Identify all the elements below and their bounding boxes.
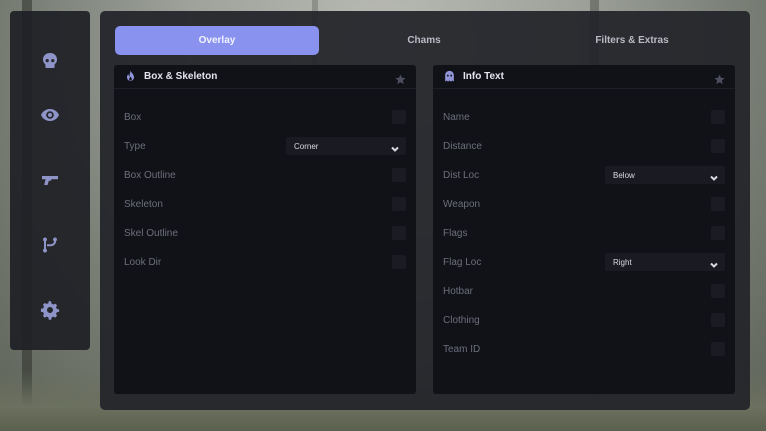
skeleton-checkbox[interactable] <box>392 197 406 211</box>
eye-icon[interactable] <box>10 100 90 130</box>
row-label: Team ID <box>443 343 481 355</box>
panel-title: Box & Skeleton <box>144 71 218 82</box>
clothing-checkbox[interactable] <box>711 313 725 327</box>
box-outline-checkbox[interactable] <box>392 168 406 182</box>
chevron-down-icon <box>390 141 400 152</box>
dist-loc-select[interactable]: Below <box>605 166 725 184</box>
row-label: Hotbar <box>443 285 474 297</box>
row-skel-outline: Skel Outline <box>114 223 416 243</box>
team-id-checkbox[interactable] <box>711 342 725 356</box>
gun-icon[interactable] <box>10 165 90 195</box>
tab-bar: Overlay Chams Filters & Extras <box>115 26 735 55</box>
branch-icon[interactable] <box>10 230 90 260</box>
row-clothing: Clothing <box>433 310 735 330</box>
row-team-id: Team ID <box>433 339 735 359</box>
star-icon[interactable] <box>395 72 406 84</box>
look-dir-checkbox[interactable] <box>392 255 406 269</box>
row-flag-loc: Flag Loc Right <box>433 252 735 272</box>
row-label: Distance <box>443 140 482 152</box>
tab-filters-extras[interactable]: Filters & Extras <box>529 26 735 55</box>
select-value: Corner <box>294 141 319 151</box>
row-hotbar: Hotbar <box>433 281 735 301</box>
row-type: Type Corner <box>114 136 416 156</box>
select-value: Below <box>613 170 635 180</box>
flag-loc-select[interactable]: Right <box>605 253 725 271</box>
row-distance: Distance <box>433 136 735 156</box>
row-label: Flags <box>443 227 468 239</box>
star-icon[interactable] <box>714 72 725 84</box>
skel-outline-checkbox[interactable] <box>392 226 406 240</box>
row-flags: Flags <box>433 223 735 243</box>
box-skeleton-panel: Box & Skeleton Box Type Corner Box Outli… <box>114 65 416 394</box>
row-label: Box Outline <box>124 169 176 181</box>
row-box-outline: Box Outline <box>114 165 416 185</box>
weapon-checkbox[interactable] <box>711 197 725 211</box>
gear-icon[interactable] <box>10 295 90 325</box>
row-weapon: Weapon <box>433 194 735 214</box>
skull-icon[interactable] <box>10 46 90 76</box>
panel-header: Box & Skeleton <box>114 65 416 89</box>
row-label: Dist Loc <box>443 169 480 181</box>
ghost-icon <box>443 70 456 83</box>
row-skeleton: Skeleton <box>114 194 416 214</box>
row-label: Skeleton <box>124 198 163 210</box>
type-select[interactable]: Corner <box>286 137 406 155</box>
row-dist-loc: Dist Loc Below <box>433 165 735 185</box>
row-label: Clothing <box>443 314 480 326</box>
row-label: Look Dir <box>124 256 162 268</box>
select-value: Right <box>613 257 632 267</box>
main-window: Overlay Chams Filters & Extras Box & Ske… <box>100 11 750 410</box>
row-look-dir: Look Dir <box>114 252 416 272</box>
distance-checkbox[interactable] <box>711 139 725 153</box>
row-label: Weapon <box>443 198 481 210</box>
row-box: Box <box>114 107 416 127</box>
tab-overlay[interactable]: Overlay <box>115 26 319 55</box>
name-checkbox[interactable] <box>711 110 725 124</box>
box-checkbox[interactable] <box>392 110 406 124</box>
row-name: Name <box>433 107 735 127</box>
panel-header: Info Text <box>433 65 735 89</box>
tab-chams[interactable]: Chams <box>322 26 526 55</box>
info-text-panel: Info Text Name Distance Dist Loc Below W… <box>433 65 735 394</box>
row-label: Flag Loc <box>443 256 482 268</box>
chevron-down-icon <box>709 170 719 181</box>
row-label: Name <box>443 111 470 123</box>
sidebar <box>10 11 90 350</box>
hotbar-checkbox[interactable] <box>711 284 725 298</box>
row-label: Skel Outline <box>124 227 178 239</box>
row-label: Type <box>124 140 146 152</box>
flame-icon <box>124 70 137 83</box>
panel-title: Info Text <box>463 71 504 82</box>
chevron-down-icon <box>709 257 719 268</box>
flags-checkbox[interactable] <box>711 226 725 240</box>
row-label: Box <box>124 111 142 123</box>
